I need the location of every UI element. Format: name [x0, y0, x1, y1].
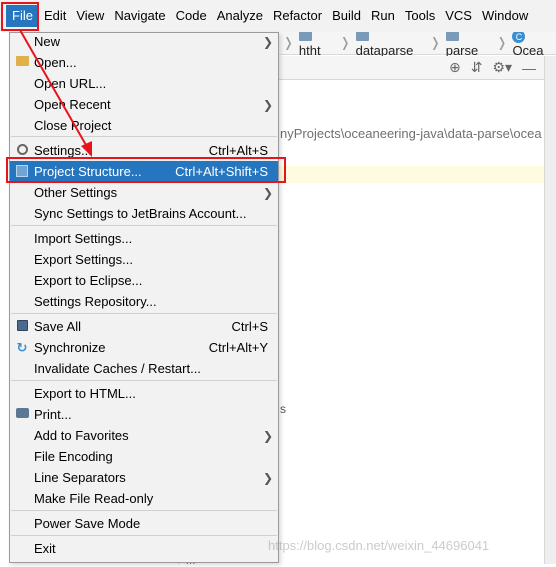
annotation-arrow-head	[81, 141, 92, 157]
annotation-arrow-line	[19, 29, 91, 153]
watermark-text: https://blog.csdn.net/weixin_44696041	[268, 538, 490, 553]
annotation-arrow	[19, 29, 92, 157]
